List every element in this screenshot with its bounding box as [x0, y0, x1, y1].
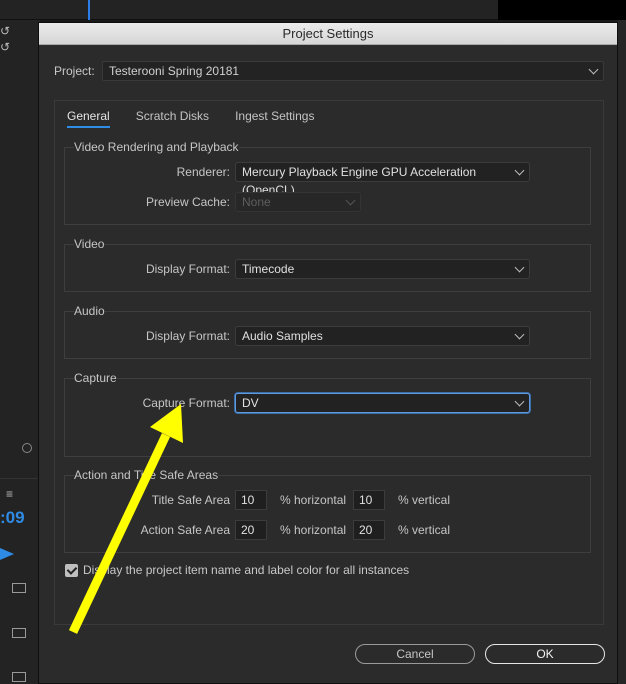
annotation-arrow	[68, 404, 183, 634]
arrow-shaft	[68, 433, 171, 634]
